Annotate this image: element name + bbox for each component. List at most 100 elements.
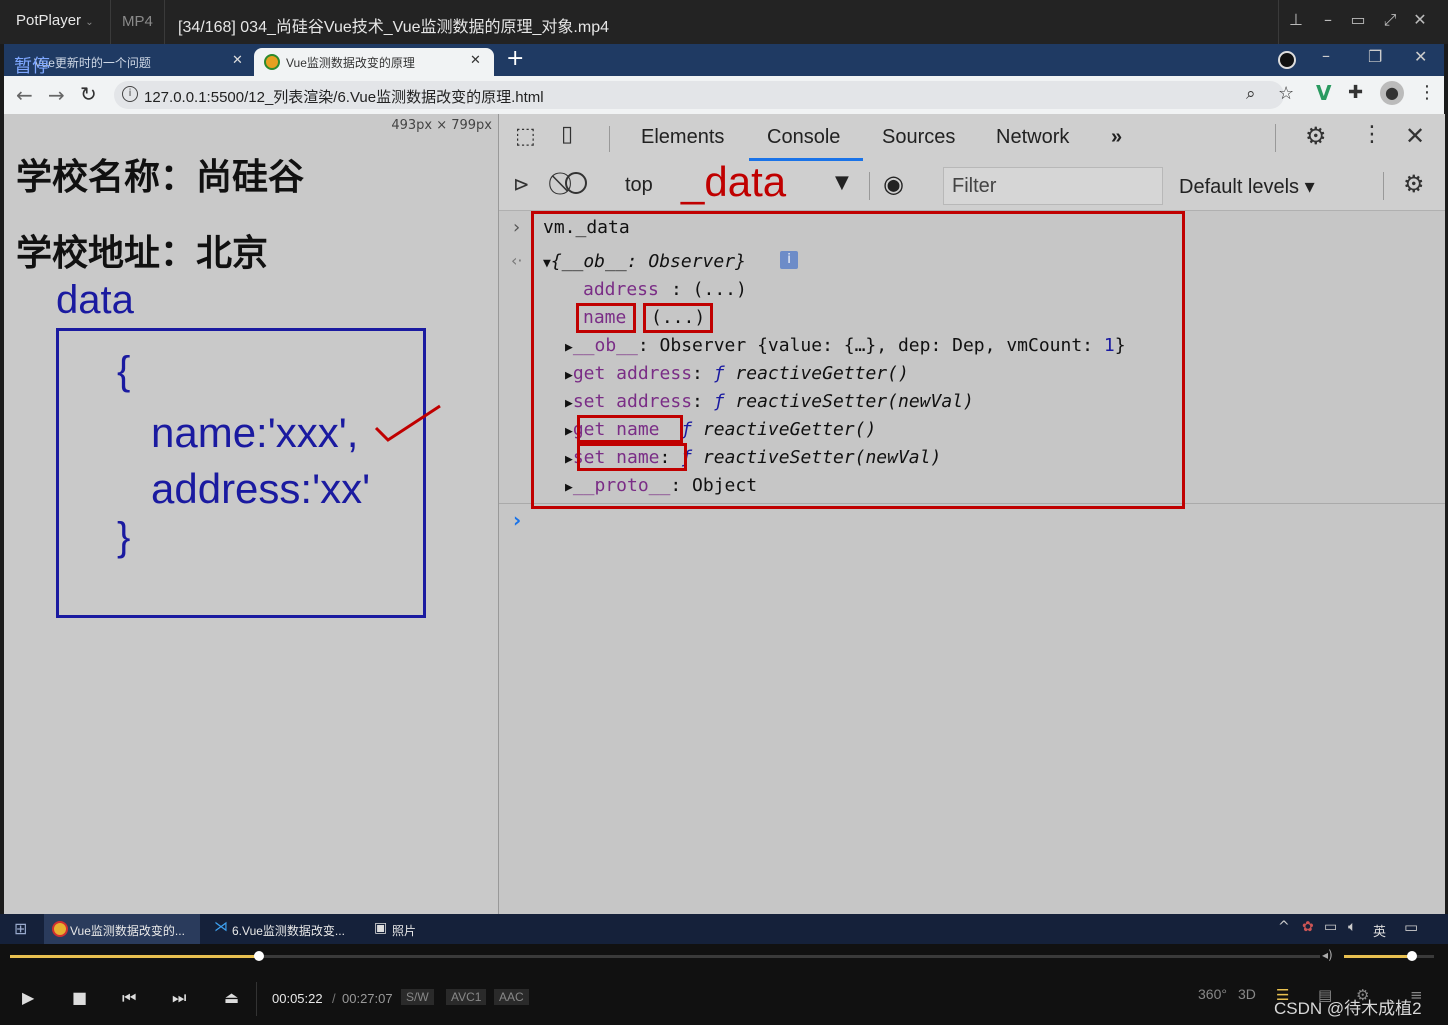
filter-input[interactable]: Filter xyxy=(943,167,1163,205)
zoom-icon[interactable]: ⌕ xyxy=(1246,84,1256,104)
volume-handle[interactable] xyxy=(1406,951,1417,961)
time-separator: / xyxy=(332,991,336,1006)
audio-codec-badge[interactable]: AAC xyxy=(494,989,529,1005)
tab-sources[interactable]: Sources xyxy=(882,126,955,149)
tab-vue-observe[interactable]: Vue监测数据改变的原理 ✕ xyxy=(254,48,494,76)
annotation-box-name xyxy=(576,303,636,333)
eye-icon[interactable]: ◉ xyxy=(883,170,904,198)
extensions-icon[interactable]: ✚ xyxy=(1348,82,1363,103)
console-toolbar: ⊳ ⃠ top _data ▼ ◉ Filter Default levels … xyxy=(499,158,1445,211)
divider xyxy=(164,0,165,44)
minimize-icon[interactable]: – xyxy=(1322,46,1330,65)
tab-network[interactable]: Network xyxy=(996,126,1069,149)
taskbar: ⊞ Vue监测数据改变的... ⋊ 6.Vue监测数据改变... ▣ 照片 ^ … xyxy=(0,914,1448,946)
url-field[interactable]: i 127.0.0.1:5500/12_列表渲染/6.Vue监测数据改变的原理.… xyxy=(114,81,1294,109)
divider xyxy=(1278,0,1279,44)
info-icon[interactable]: i xyxy=(122,86,138,102)
ime-indicator[interactable]: 英 xyxy=(1373,921,1386,940)
total-time: 00:27:07 xyxy=(342,991,393,1006)
taskbar-item-photos[interactable]: ▣ 照片 xyxy=(366,914,522,946)
console-output: › vm._data ‹· ▼{__ob__: Observer} i addr… xyxy=(499,211,1445,509)
reload-icon[interactable]: ↻ xyxy=(80,82,97,106)
handwritten-annotation: _data xyxy=(681,158,787,205)
annotation-box-set-name xyxy=(577,443,687,471)
annotation-box: { name:'xxx', address:'xx' } xyxy=(56,328,426,618)
restore-icon[interactable]: ❐ xyxy=(1368,47,1382,66)
clear-circle xyxy=(565,172,587,194)
viewport-size: 493px × 799px xyxy=(391,118,492,133)
divider xyxy=(1275,124,1276,152)
forward-icon[interactable]: → xyxy=(48,83,65,107)
taskbar-item-vscode[interactable]: ⋊ 6.Vue监测数据改变... xyxy=(206,914,362,946)
network-icon[interactable]: ▭ xyxy=(1324,919,1337,935)
close-icon[interactable]: ✕ xyxy=(1414,47,1427,66)
sidebar-toggle-icon[interactable]: ⊳ xyxy=(513,172,530,196)
notification-icon[interactable]: ▭ xyxy=(1404,918,1418,936)
tab-close-icon[interactable]: ✕ xyxy=(470,52,481,68)
tray-chevron-icon[interactable]: ^ xyxy=(1278,919,1290,935)
console-settings-icon[interactable]: ⚙ xyxy=(1403,170,1425,198)
context-selector[interactable]: top xyxy=(625,174,653,197)
device-toggle-icon[interactable]: ▯ xyxy=(561,122,573,147)
address-bar: ← → ↻ i 127.0.0.1:5500/12_列表渲染/6.Vue监测数据… xyxy=(4,76,1444,115)
annotation-address-line: address:'xx' xyxy=(151,465,371,512)
fullscreen-icon[interactable]: ⤢ xyxy=(1378,10,1402,30)
play-icon[interactable]: ▶ xyxy=(22,988,34,1007)
bookmark-star-icon[interactable]: ☆ xyxy=(1278,83,1294,104)
minimize-icon[interactable]: – xyxy=(1316,10,1340,29)
settings-icon[interactable]: ⚙ xyxy=(1305,122,1327,150)
profile-avatar[interactable]: ● xyxy=(1380,81,1404,105)
decoder-badge[interactable]: S/W xyxy=(401,989,434,1005)
checkmark-icon xyxy=(374,404,441,442)
volume-fill xyxy=(1344,955,1412,958)
chrome-icon xyxy=(52,921,68,937)
school-name: 学校名称：尚硅谷 xyxy=(16,157,305,198)
player-menu-button[interactable]: PotPlayer ⌄ xyxy=(16,12,94,29)
close-icon[interactable]: ✕ xyxy=(1408,10,1432,29)
record-icon[interactable] xyxy=(1278,51,1296,69)
360-button[interactable]: 360° xyxy=(1198,986,1227,1002)
taskbar-item-chrome[interactable]: Vue监测数据改变的... xyxy=(44,914,200,946)
page-viewport: 493px × 799px 学校名称：尚硅谷 学校地址：北京 data { na… xyxy=(4,114,498,914)
menu-icon[interactable]: ⋮ xyxy=(1418,82,1436,103)
3d-button[interactable]: 3D xyxy=(1238,986,1256,1002)
vue-devtools-icon[interactable]: V xyxy=(1316,81,1331,105)
stop-icon[interactable]: ■ xyxy=(72,988,87,1007)
chevron-down-icon[interactable]: ▼ xyxy=(835,172,849,193)
player-title-bar: PotPlayer ⌄ MP4 [34/168] 034_尚硅谷Vue技术_Vu… xyxy=(0,0,1448,44)
previous-icon[interactable]: ⏮︎ xyxy=(122,988,136,1008)
close-devtools-icon[interactable]: ✕ xyxy=(1405,122,1425,150)
taskbar-label: Vue监测数据改变的... xyxy=(70,924,185,938)
taskbar-label: 照片 xyxy=(392,924,417,938)
tab-elements[interactable]: Elements xyxy=(641,126,724,149)
file-title: [34/168] 034_尚硅谷Vue技术_Vue监测数据的原理_对象.mp4 xyxy=(178,19,609,36)
pause-label: 暂停 xyxy=(14,56,50,76)
video-codec-badge[interactable]: AVC1 xyxy=(446,989,487,1005)
tray-app-icon[interactable]: ✿ xyxy=(1302,919,1314,935)
pin-icon[interactable]: ⊥ xyxy=(1284,10,1308,29)
console-prompt-icon[interactable]: › xyxy=(513,508,521,532)
volume-icon[interactable]: 🔈︎ xyxy=(1348,919,1356,935)
devtools-panel: ⬚ ▯ Elements Console Sources Network » ⚙… xyxy=(498,114,1445,914)
annotation-box-get-name xyxy=(577,415,683,443)
taskbar-label: 6.Vue监测数据改变... xyxy=(232,924,345,938)
browser-tab-strip: Vue更新时的一个问题 ✕ Vue监测数据改变的原理 ✕ + – ❐ ✕ xyxy=(4,44,1444,76)
back-icon[interactable]: ← xyxy=(16,83,33,107)
kebab-menu-icon[interactable]: ⋮ xyxy=(1361,122,1383,147)
tab-label: Vue监测数据改变的原理 xyxy=(286,56,415,70)
vscode-icon: ⋊ xyxy=(214,919,228,935)
tab-close-icon[interactable]: ✕ xyxy=(232,52,243,68)
more-tabs-icon[interactable]: » xyxy=(1111,126,1122,149)
maximize-icon[interactable]: ▭ xyxy=(1346,10,1370,29)
log-levels-dropdown[interactable]: Default levels ▾ xyxy=(1179,174,1315,199)
seek-bar[interactable] xyxy=(10,955,1320,958)
seek-handle[interactable] xyxy=(253,951,264,961)
next-icon[interactable]: ⏭︎ xyxy=(172,988,186,1008)
new-tab-icon[interactable]: + xyxy=(506,46,524,71)
windows-start-icon[interactable]: ⊞ xyxy=(14,919,27,938)
eject-icon[interactable]: ⏏︎ xyxy=(224,988,239,1007)
volume-bar[interactable] xyxy=(1344,955,1434,958)
tab-console[interactable]: Console xyxy=(767,126,840,149)
volume-icon[interactable]: ◂) xyxy=(1322,948,1333,962)
inspect-icon[interactable]: ⬚ xyxy=(515,124,536,149)
